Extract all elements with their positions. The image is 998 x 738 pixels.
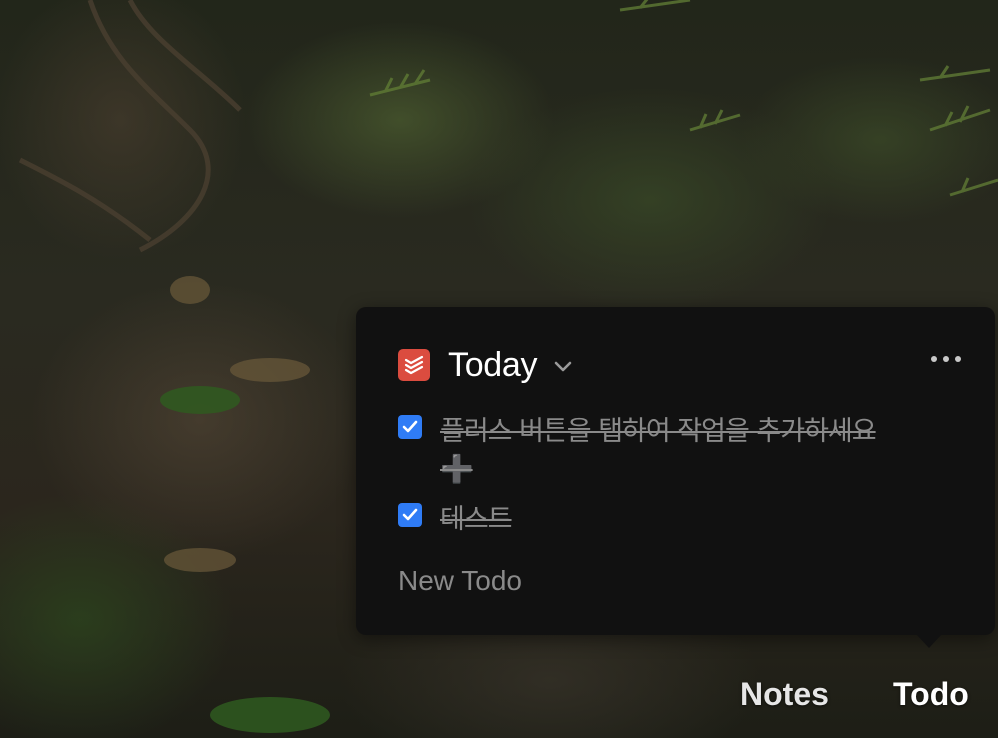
checkbox-checked[interactable] — [398, 415, 422, 439]
chevron-down-icon[interactable] — [553, 359, 573, 378]
tab-todo[interactable]: Todo — [893, 676, 969, 713]
todo-item[interactable]: 테스트 — [398, 501, 513, 539]
checkbox-checked[interactable] — [398, 503, 422, 527]
new-todo-input[interactable]: New Todo — [398, 565, 522, 597]
todoist-icon — [398, 349, 430, 381]
more-horizontal-icon[interactable] — [931, 349, 961, 369]
todo-widget: Today 플러스 버튼을 탭하여 작업을 추가하세요 ➕ 테스트 New To… — [356, 307, 995, 635]
todo-item-text: 플러스 버튼을 탭하여 작업을 추가하세요 ➕ — [440, 416, 877, 485]
tab-notes[interactable]: Notes — [740, 676, 829, 713]
widget-title[interactable]: Today — [448, 346, 538, 385]
popover-arrow — [916, 634, 942, 648]
widget-header: Today — [398, 345, 573, 385]
todo-item-text: 테스트 — [440, 504, 513, 535]
todo-item[interactable]: 플러스 버튼을 탭하여 작업을 추가하세요 ➕ — [398, 413, 910, 489]
